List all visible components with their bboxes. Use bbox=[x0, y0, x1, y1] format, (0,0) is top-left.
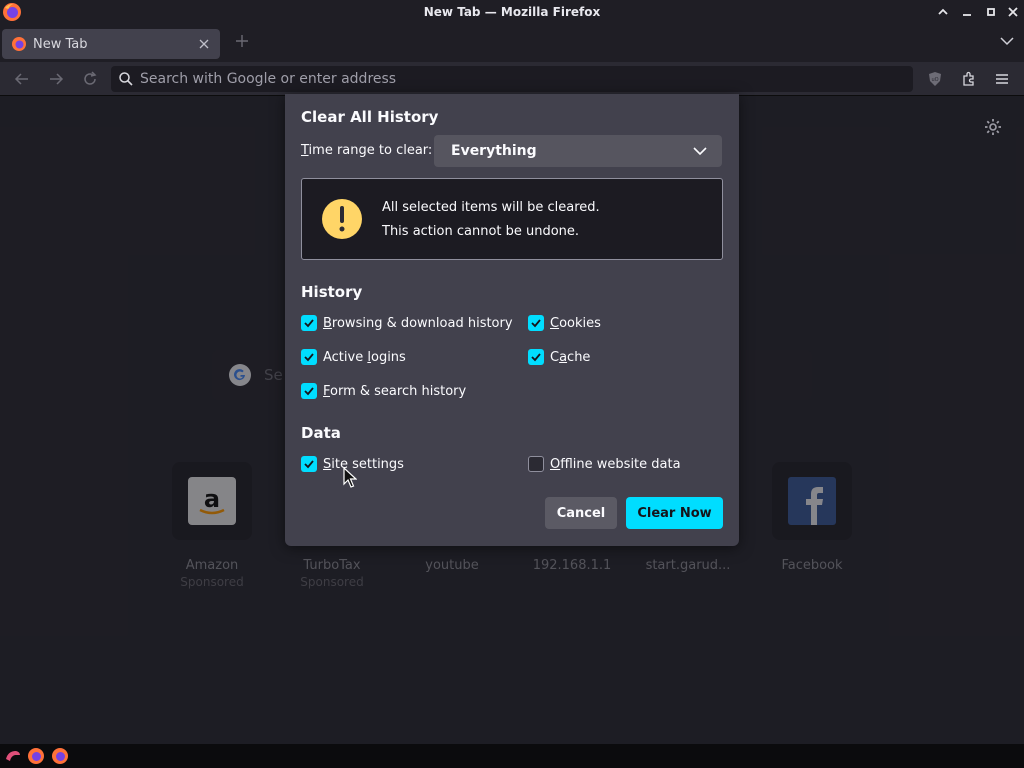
search-icon bbox=[119, 72, 133, 86]
os-taskbar bbox=[0, 744, 1024, 768]
window-restore-icon[interactable] bbox=[980, 0, 1002, 24]
checkbox-active-logins[interactable]: Active logins bbox=[301, 347, 406, 367]
checkbox-form-search-history[interactable]: Form & search history bbox=[301, 381, 466, 401]
checkbox-checked-icon[interactable] bbox=[301, 349, 317, 365]
window-maximize-up-icon[interactable] bbox=[932, 0, 954, 24]
checkbox-cookies[interactable]: Cookies bbox=[528, 313, 601, 333]
tab-new-tab[interactable]: New Tab bbox=[2, 29, 220, 59]
checkbox-label: Cookies bbox=[550, 315, 601, 331]
extensions-puzzle-icon[interactable] bbox=[955, 66, 983, 92]
checkbox-unchecked-icon[interactable] bbox=[528, 456, 544, 472]
warning-line-1: All selected items will be cleared. bbox=[382, 200, 600, 215]
clear-now-button[interactable]: Clear Now bbox=[626, 497, 723, 529]
checkbox-checked-icon[interactable] bbox=[528, 349, 544, 365]
checkbox-checked-icon[interactable] bbox=[301, 456, 317, 472]
chevron-down-icon bbox=[693, 147, 707, 156]
time-range-label: Time range to clear: bbox=[301, 143, 433, 158]
garuda-launcher-icon[interactable] bbox=[4, 747, 22, 765]
window-close-icon[interactable] bbox=[1002, 0, 1024, 24]
checkbox-label: Offline website data bbox=[550, 456, 681, 472]
checkbox-label: Cache bbox=[550, 349, 591, 365]
dialog-title: Clear All History bbox=[301, 108, 439, 126]
mouse-pointer-icon bbox=[343, 467, 357, 488]
checkbox-browsing-download-history[interactable]: Browsing & download history bbox=[301, 313, 513, 333]
navigation-toolbar: uO bbox=[0, 62, 1024, 96]
back-arrow-icon[interactable] bbox=[8, 66, 36, 92]
time-range-value: Everything bbox=[451, 143, 537, 159]
forward-arrow-icon[interactable] bbox=[42, 66, 70, 92]
checkbox-label: Active logins bbox=[323, 349, 406, 365]
window-title: New Tab — Mozilla Firefox bbox=[423, 5, 601, 19]
tab-strip: New Tab bbox=[0, 24, 1024, 62]
list-all-tabs-chevron-icon[interactable] bbox=[996, 31, 1018, 51]
firefox-taskbar-icon[interactable] bbox=[27, 747, 45, 765]
firefox-logo-icon bbox=[3, 3, 21, 21]
checkbox-checked-icon[interactable] bbox=[301, 383, 317, 399]
svg-text:uO: uO bbox=[931, 77, 938, 83]
warning-message-box: All selected items will be cleared. This… bbox=[301, 178, 723, 260]
checkbox-checked-icon[interactable] bbox=[528, 315, 544, 331]
checkbox-offline-website-data[interactable]: Offline website data bbox=[528, 454, 681, 474]
hamburger-menu-icon[interactable] bbox=[988, 66, 1016, 92]
warning-exclamation-icon bbox=[322, 199, 362, 239]
data-section-heading: Data bbox=[301, 424, 341, 442]
address-bar[interactable] bbox=[111, 66, 913, 92]
window-titlebar: New Tab — Mozilla Firefox bbox=[0, 0, 1024, 24]
warning-line-2: This action cannot be undone. bbox=[382, 224, 580, 239]
tab-close-icon[interactable] bbox=[196, 36, 212, 52]
address-input[interactable] bbox=[140, 71, 913, 87]
checkbox-checked-icon[interactable] bbox=[301, 315, 317, 331]
firefox-favicon-icon bbox=[12, 37, 26, 51]
page-settings-gear-icon[interactable] bbox=[983, 117, 1003, 137]
history-section-heading: History bbox=[301, 283, 363, 301]
window-minimize-icon[interactable] bbox=[956, 0, 978, 24]
checkbox-label: Form & search history bbox=[323, 383, 467, 399]
checkbox-cache[interactable]: Cache bbox=[528, 347, 590, 367]
reload-icon[interactable] bbox=[76, 66, 104, 92]
firefox-taskbar-icon-active[interactable] bbox=[51, 747, 69, 765]
tab-label: New Tab bbox=[33, 36, 88, 52]
new-tab-plus-icon[interactable] bbox=[232, 30, 252, 52]
time-range-dropdown[interactable]: Everything bbox=[434, 135, 722, 167]
ublock-shield-icon[interactable]: uO bbox=[921, 66, 949, 92]
checkbox-label: Browsing & download history bbox=[323, 315, 513, 331]
cancel-button[interactable]: Cancel bbox=[545, 497, 617, 529]
checkbox-label: Site settings bbox=[323, 456, 404, 472]
